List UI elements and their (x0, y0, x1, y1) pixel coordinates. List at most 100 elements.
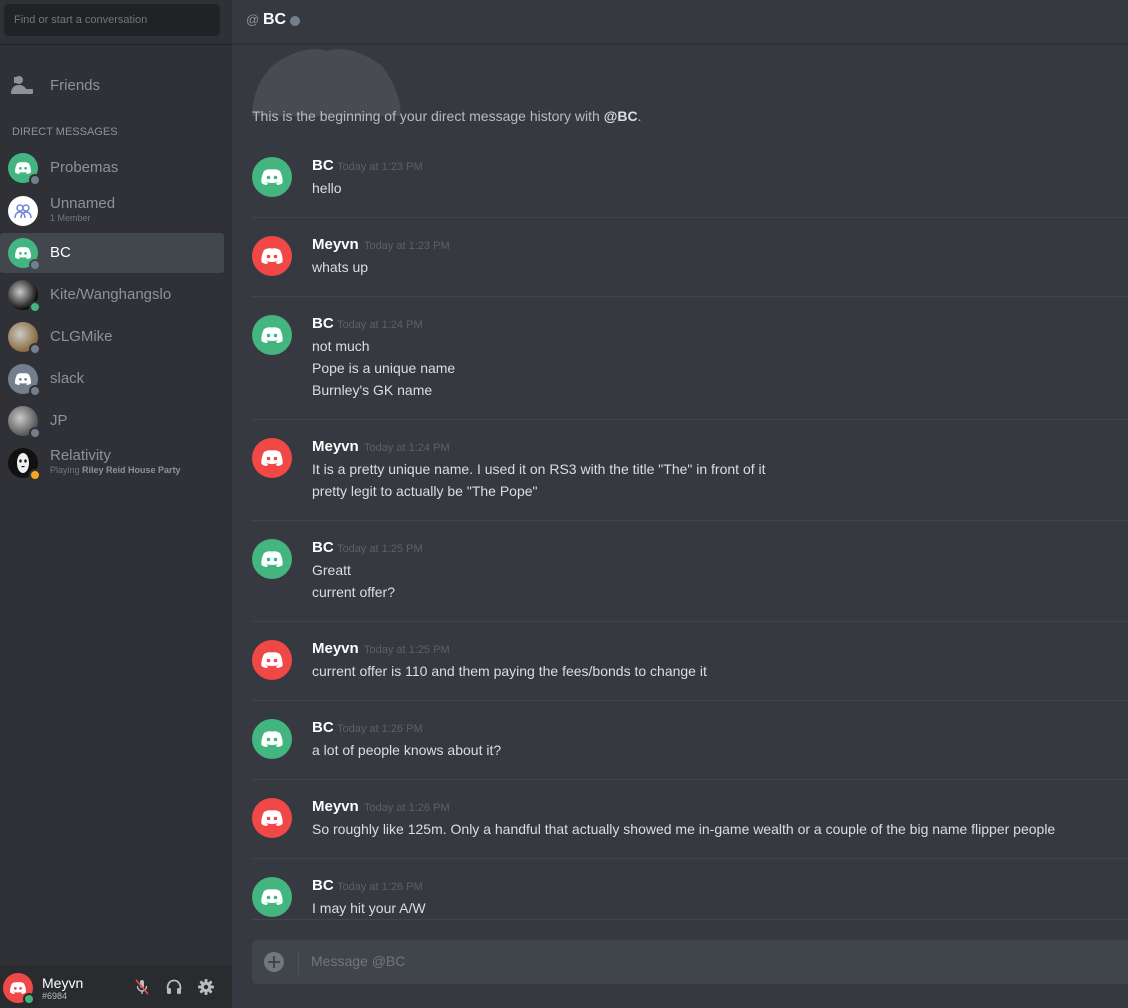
message-text: not much (312, 338, 370, 354)
sidebar-item-dm[interactable]: CLGMike (0, 317, 224, 357)
message-text: current offer is 110 and them paying the… (312, 663, 707, 679)
dm-name: JP (50, 412, 68, 429)
message-divider (252, 520, 1128, 521)
sidebar-item-dm[interactable]: JP (0, 401, 224, 441)
avatar[interactable] (252, 315, 292, 355)
status-idle-dot (29, 469, 41, 481)
message-divider (252, 919, 1128, 920)
user-tag: #6984 (42, 991, 68, 1001)
avatar (8, 448, 41, 481)
activity-prefix: Playing (50, 465, 83, 475)
discord-logo-icon (15, 247, 31, 259)
dm-sidebar: Find or start a conversation Friends DIR… (0, 0, 232, 1008)
avatar[interactable] (252, 236, 292, 276)
friends-icon (11, 76, 33, 94)
message-divider (252, 700, 1128, 701)
status-online-dot (29, 301, 41, 313)
avatar (8, 280, 41, 313)
message-divider (252, 858, 1128, 859)
avatar (8, 153, 41, 186)
history-suffix: . (637, 108, 642, 124)
add-attachment-button[interactable] (264, 952, 284, 972)
message-timestamp: Today at 1:26 PM (337, 723, 423, 735)
message-text: current offer? (312, 584, 396, 600)
channel-header: @ BC (232, 0, 1128, 44)
message-author[interactable]: BC (312, 315, 334, 332)
message-author[interactable]: BC (312, 539, 334, 556)
avatar[interactable] (252, 438, 292, 478)
avatar[interactable] (252, 157, 292, 197)
discord-logo-icon (261, 450, 283, 466)
message-author[interactable]: Meyvn (312, 640, 359, 657)
discord-logo-icon (261, 810, 283, 826)
message-text: pretty legit to actually be "The Pope" (312, 483, 538, 499)
status-online-dot (23, 993, 35, 1005)
status-offline-dot (290, 16, 300, 26)
history-start-text: This is the beginning of your direct mes… (252, 108, 642, 124)
sidebar-item-friends[interactable]: Friends (0, 66, 224, 104)
message-timestamp: Today at 1:26 PM (364, 802, 450, 814)
message-divider (252, 779, 1128, 780)
discord-logo-icon (15, 373, 31, 385)
avatar[interactable] (252, 798, 292, 838)
message-input[interactable] (311, 953, 1091, 969)
avatar (8, 364, 41, 397)
discord-logo-icon (261, 327, 283, 343)
divider (298, 950, 299, 974)
discord-logo-icon (10, 982, 26, 994)
message-text: hello (312, 180, 342, 196)
dm-name: Unnamed (50, 195, 116, 212)
message-author[interactable]: BC (312, 877, 334, 894)
dm-name: Relativity (50, 447, 111, 464)
headphones-icon[interactable] (165, 978, 183, 996)
message-author[interactable]: Meyvn (312, 438, 359, 455)
message-composer (252, 940, 1128, 984)
sidebar-item-dm[interactable]: Relativity Playing Riley Reid House Party (0, 443, 224, 483)
status-offline-dot (29, 174, 41, 186)
message-author[interactable]: BC (312, 157, 334, 174)
message-text: I may hit your A/W (312, 900, 426, 916)
friends-label: Friends (50, 77, 101, 94)
avatar (8, 196, 38, 226)
avatar[interactable] (252, 539, 292, 579)
dm-activity: Playing Riley Reid House Party (50, 465, 181, 475)
discord-logo-icon (261, 731, 283, 747)
activity-game: Riley Reid House Party (82, 465, 181, 475)
mute-microphone-icon[interactable] (133, 978, 151, 996)
message-author[interactable]: Meyvn (312, 798, 359, 815)
sidebar-item-dm[interactable]: slack (0, 359, 224, 399)
status-offline-dot (29, 343, 41, 355)
avatar[interactable] (252, 877, 292, 917)
message-timestamp: Today at 1:25 PM (364, 644, 450, 656)
message-timestamp: Today at 1:23 PM (364, 240, 450, 252)
channel-title: BC (263, 11, 287, 28)
message-divider (252, 296, 1128, 297)
dm-name: Kite/Wanghangslo (50, 286, 172, 303)
dm-name: slack (50, 370, 85, 387)
avatar[interactable] (252, 719, 292, 759)
sidebar-item-dm[interactable]: Probemas (0, 148, 224, 188)
message-text: Burnley's GK name (312, 382, 433, 398)
message-timestamp: Today at 1:23 PM (337, 161, 423, 173)
search-input[interactable]: Find or start a conversation (4, 4, 220, 36)
discord-logo-icon (261, 889, 283, 905)
sidebar-item-dm[interactable]: Kite/Wanghangslo (0, 275, 224, 315)
avatar[interactable] (252, 640, 292, 680)
message-text: It is a pretty unique name. I used it on… (312, 461, 766, 477)
discord-logo-icon (261, 169, 283, 185)
message-author[interactable]: Meyvn (312, 236, 359, 253)
message-divider (252, 419, 1128, 420)
at-symbol: @ (246, 12, 260, 27)
avatar (8, 406, 41, 439)
sidebar-item-dm[interactable]: Unnamed 1 Member (0, 191, 224, 231)
group-icon (14, 204, 32, 219)
dm-subtitle: 1 Member (50, 213, 91, 223)
message-text: Greatt (312, 562, 351, 578)
gear-icon[interactable] (197, 978, 215, 996)
dm-name: Probemas (50, 159, 119, 176)
message-text: a lot of people knows about it? (312, 742, 502, 758)
message-author[interactable]: BC (312, 719, 334, 736)
message-text: Pope is a unique name (312, 360, 456, 376)
sidebar-item-dm[interactable]: BC (0, 233, 224, 273)
avatar[interactable] (3, 973, 35, 1005)
